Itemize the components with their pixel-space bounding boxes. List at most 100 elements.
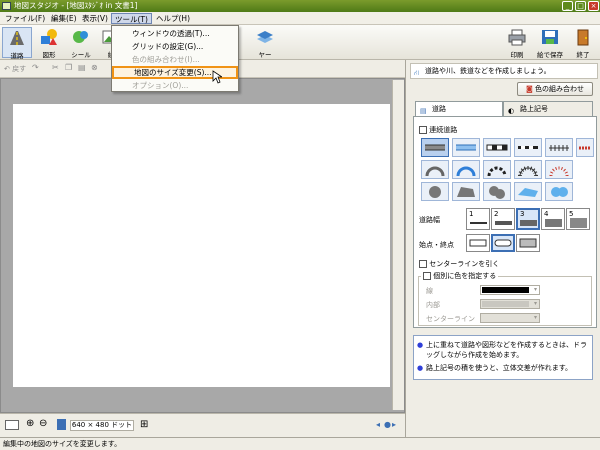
line-color-label: 線 <box>426 287 433 295</box>
round-end-icon <box>494 239 512 247</box>
road-width-3-bar <box>520 220 537 226</box>
road-style-track[interactable] <box>545 138 573 157</box>
road-icon <box>10 31 24 45</box>
road-width-5[interactable]: 5 <box>566 208 590 230</box>
road-width-5-bar <box>570 218 587 228</box>
exit-button[interactable]: 終了 <box>568 27 598 59</box>
road-style-icon <box>425 166 445 177</box>
shape-style-blob[interactable] <box>483 182 511 201</box>
undo-label: 戻す <box>12 65 27 73</box>
road-style-rail-dash[interactable] <box>514 138 542 157</box>
map-canvas[interactable] <box>13 104 390 387</box>
menu-file[interactable]: ファイル(F) <box>2 13 48 24</box>
individual-color-option[interactable]: 個別に色を指定する <box>421 271 499 281</box>
layer-tool-button[interactable]: ヤー <box>250 27 280 59</box>
scroll-center-icon[interactable]: ● <box>384 420 391 429</box>
scroll-right-icon[interactable]: ▸ <box>392 420 396 429</box>
redo-icon[interactable]: ↷ <box>32 63 39 72</box>
road-style-double-blue[interactable] <box>452 138 480 157</box>
undo-button[interactable]: ↶ 戻す <box>4 64 26 74</box>
menu-tools[interactable]: ツール(T) <box>111 13 152 24</box>
menu-item-window-transparency[interactable]: ウィンドウの透過(T)... <box>112 27 238 40</box>
center-line-checkbox[interactable] <box>419 260 427 268</box>
zoom-in-icon[interactable]: ⊕ <box>26 418 34 429</box>
menu-edit[interactable]: 編集(E) <box>48 13 80 24</box>
paste-icon[interactable]: ▤ <box>78 63 86 72</box>
menu-item-color-combination[interactable]: 色の組み合わせ(I)... <box>112 53 238 66</box>
menu-help[interactable]: ヘルプ(H) <box>153 13 193 24</box>
road-style-dotted-red[interactable] <box>576 138 594 157</box>
line-color-select[interactable]: ▾ <box>480 285 540 295</box>
polygon-shape-icon <box>457 187 475 197</box>
road-style-arc-blue[interactable] <box>452 160 480 179</box>
road-style-arc-rail[interactable] <box>483 160 511 179</box>
shape-tool-button[interactable]: 図形 <box>34 27 64 59</box>
print-label: 印刷 <box>510 51 524 59</box>
endpoint-flat[interactable] <box>466 234 490 252</box>
tab-road-symbol[interactable]: ◐ 路上記号 <box>503 101 593 117</box>
center-line-color-select[interactable]: ▾ <box>480 313 540 323</box>
center-line-option[interactable]: センターラインを引く <box>419 259 499 269</box>
line-color-swatch <box>482 287 529 293</box>
thumbnail-icon[interactable] <box>5 420 19 430</box>
printer-icon <box>508 29 526 46</box>
inner-color-select[interactable]: ▾ <box>480 299 540 309</box>
tab-road[interactable]: ▤ 道路 <box>415 101 503 117</box>
endpoint-label: 始点・終点 <box>419 241 454 249</box>
road-width-3[interactable]: 3 <box>516 208 540 230</box>
cut-icon[interactable]: ✂ <box>52 63 59 72</box>
flat-end-icon <box>469 239 487 247</box>
shape-style-blue-blob[interactable] <box>545 182 573 201</box>
road-style-icon <box>486 144 508 151</box>
copy-icon[interactable]: ❐ <box>65 63 72 72</box>
individual-color-checkbox[interactable] <box>423 272 431 280</box>
close-button[interactable]: × <box>588 1 599 11</box>
map-size-icon[interactable] <box>57 419 66 430</box>
endpoint-square[interactable] <box>516 234 540 252</box>
seal-tool-button[interactable]: シール <box>66 27 96 59</box>
road-style-double-gray[interactable] <box>421 138 449 157</box>
dropdown-arrow-icon: ▾ <box>533 314 537 321</box>
shapes-icon <box>41 29 57 45</box>
road-hint-icon: ⛙ <box>414 69 419 77</box>
road-style-arc-dotted[interactable] <box>545 160 573 179</box>
menu-item-grid-settings[interactable]: グリッドの設定(G)... <box>112 40 238 53</box>
continuous-road-option[interactable]: 連続道路 <box>419 125 457 135</box>
road-style-arc-track[interactable] <box>514 160 542 179</box>
road-width-4[interactable]: 4 <box>541 208 565 230</box>
road-tool-button[interactable]: 道路 <box>2 27 32 60</box>
info-text: 上に重ねて道路や図形などを作成するときは、ドラッグしながら作成を始めます。 <box>426 341 587 359</box>
maximize-button[interactable]: □ <box>575 1 586 11</box>
road-tool-label: 道路 <box>10 52 24 60</box>
panel-hint-text: 道路や川、鉄道などを作成しましょう。 <box>425 67 551 75</box>
continuous-road-checkbox[interactable] <box>419 126 427 134</box>
road-style-icon <box>549 166 569 177</box>
color-combination-button[interactable]: ◙ 色の組み合わせ <box>517 82 593 96</box>
minimize-button[interactable]: _ <box>562 1 573 11</box>
save-picture-icon <box>542 30 558 44</box>
scroll-left-icon[interactable]: ◂ <box>376 420 380 429</box>
save-as-picture-button[interactable]: 絵で保存 <box>534 27 566 59</box>
save-as-picture-label: 絵で保存 <box>537 51 563 59</box>
road-width-1[interactable]: 1 <box>466 208 490 230</box>
vertical-scrollbar[interactable] <box>392 80 404 410</box>
dropdown-arrow-icon: ▾ <box>533 286 537 293</box>
print-button[interactable]: 印刷 <box>502 27 532 59</box>
color-combination-label: 色の組み合わせ <box>535 85 585 93</box>
zoom-out-icon[interactable]: ⊖ <box>39 418 47 429</box>
shape-style-blue-polygon[interactable] <box>514 182 542 201</box>
fit-window-icon[interactable]: ⊞ <box>140 419 148 430</box>
menu-view[interactable]: 表示(V) <box>79 13 111 24</box>
info-item: ● 路上記号の積を使うと、立体交差が作れます。 <box>417 363 589 373</box>
delete-icon[interactable]: ⊗ <box>91 63 98 72</box>
road-style-rail-black[interactable] <box>483 138 511 157</box>
shape-style-polygon[interactable] <box>452 182 480 201</box>
road-width-4-label: 4 <box>544 210 549 218</box>
undo-icon: ↶ <box>4 65 10 73</box>
shape-style-circle[interactable] <box>421 182 449 201</box>
road-style-arc-gray[interactable] <box>421 160 449 179</box>
road-width-1-label: 1 <box>469 210 474 218</box>
road-width-2[interactable]: 2 <box>491 208 515 230</box>
tab-road-label: 道路 <box>432 105 446 113</box>
endpoint-round[interactable] <box>491 234 515 252</box>
